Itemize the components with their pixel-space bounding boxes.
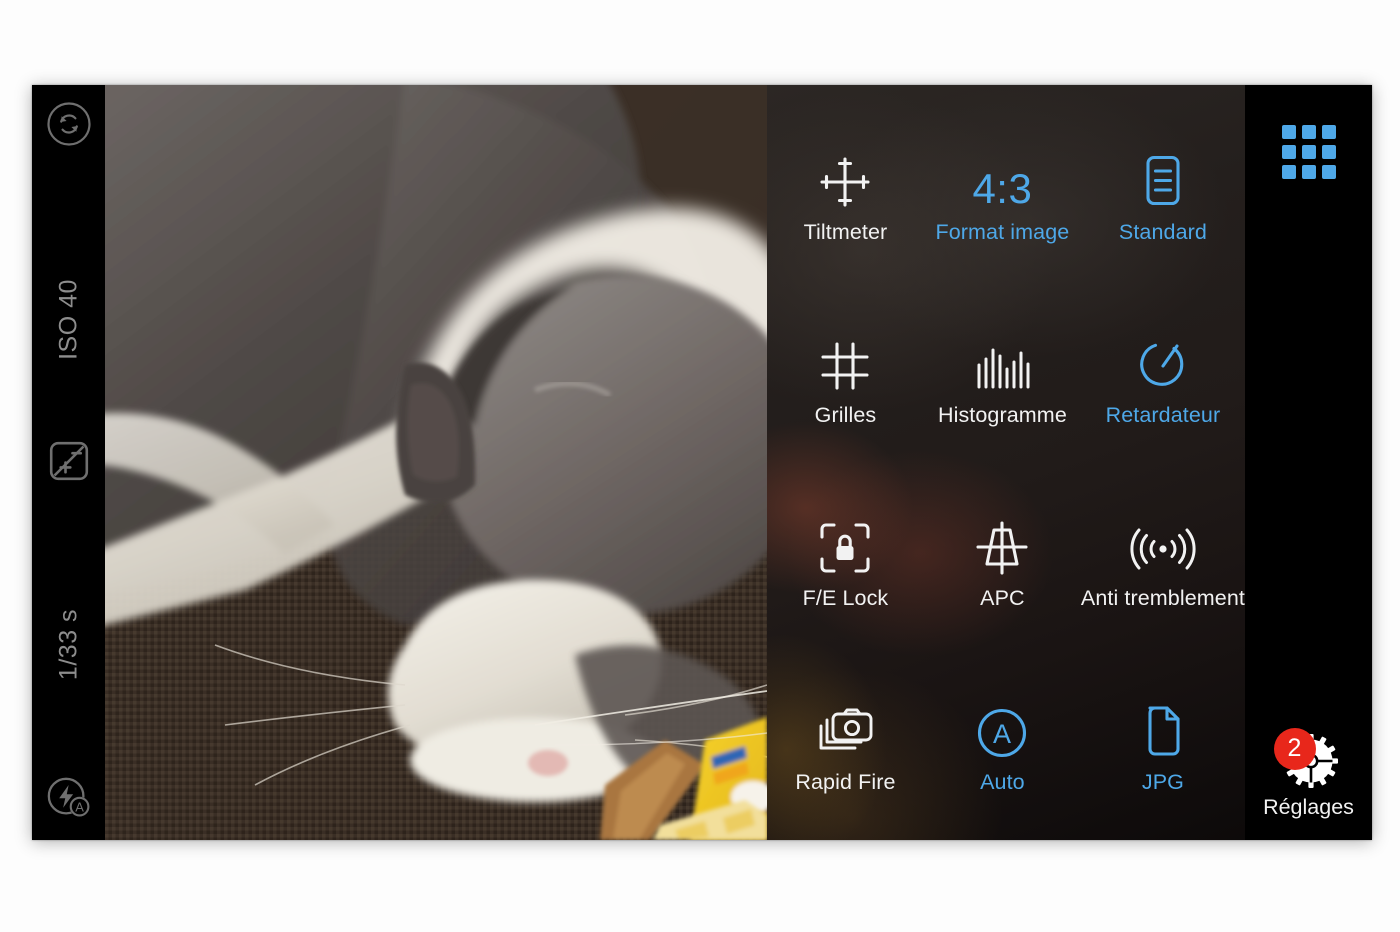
option-anti-tremblement[interactable]: Anti tremblement	[1081, 474, 1245, 657]
option-label: Grilles	[814, 403, 877, 428]
svg-text:A: A	[993, 719, 1011, 749]
tiltmeter-crosshair-icon	[816, 154, 874, 210]
option-standard[interactable]: Standard	[1081, 107, 1245, 290]
option-auto[interactable]: A Auto	[924, 657, 1081, 840]
option-label: F/E Lock	[802, 586, 889, 611]
grid-dot	[1281, 165, 1296, 179]
grid-dot	[1321, 125, 1336, 139]
option-histogramme[interactable]: Histogramme	[924, 290, 1081, 473]
option-label: Standard	[1118, 219, 1207, 244]
camera-app-window: ISO 40 1/33 s A Tiltmeter 4:3 Format ima…	[32, 85, 1372, 840]
option-label: Rapid Fire	[795, 769, 896, 794]
option-tiltmeter[interactable]: Tiltmeter	[767, 107, 924, 290]
option-format-image[interactable]: 4:3 Format image	[924, 107, 1081, 290]
iso-readout[interactable]: ISO 40	[54, 225, 83, 415]
stabilization-waves-icon	[1130, 520, 1196, 576]
settings-label: Réglages	[1263, 794, 1354, 819]
grid-dot	[1321, 145, 1336, 159]
option-fe-lock[interactable]: F/E Lock	[767, 474, 924, 657]
option-label: Retardateur	[1105, 403, 1221, 428]
svg-text:A: A	[75, 800, 84, 815]
option-rapid-fire[interactable]: Rapid Fire	[767, 657, 924, 840]
option-apc[interactable]: APC	[924, 474, 1081, 657]
viewfinder-preview[interactable]	[105, 85, 767, 840]
exposure-compensation-icon[interactable]	[45, 437, 93, 485]
flash-auto-icon[interactable]: A	[45, 774, 93, 822]
histogram-bars-icon	[972, 337, 1032, 393]
document-lines-icon	[1139, 154, 1187, 210]
option-retardateur[interactable]: Retardateur	[1081, 290, 1245, 473]
option-label: Format image	[935, 219, 1070, 244]
option-label: Auto	[980, 769, 1025, 794]
right-control-rail: 2 Réglages	[1245, 85, 1372, 840]
settings-badge: 2	[1273, 727, 1316, 770]
camera-flip-icon[interactable]	[45, 100, 93, 148]
option-label: Tiltmeter	[803, 219, 888, 244]
file-page-icon	[1139, 704, 1187, 760]
option-label: JPG	[1141, 769, 1184, 794]
settings-icon-wrap: 2	[1273, 727, 1341, 788]
option-jpg[interactable]: JPG	[1081, 657, 1245, 840]
grid-dot	[1301, 145, 1316, 159]
grid-dot	[1301, 165, 1316, 179]
grid-dot	[1281, 145, 1296, 159]
option-label: Anti tremblement	[1080, 586, 1245, 611]
option-label: Histogramme	[937, 403, 1067, 428]
aspect-ratio-text: 4:3	[972, 154, 1032, 210]
left-control-rail: ISO 40 1/33 s A	[32, 85, 105, 840]
grid-dot	[1321, 165, 1336, 179]
burst-camera-icon	[813, 704, 877, 760]
settings-button[interactable]: 2 Réglages	[1250, 727, 1368, 819]
screenshot-root: ISO 40 1/33 s A Tiltmeter 4:3 Format ima…	[0, 0, 1400, 932]
perspective-correct-icon	[972, 520, 1032, 576]
auto-circle-a-icon: A	[975, 704, 1029, 760]
grid-hash-icon	[817, 337, 873, 393]
cat-photo	[105, 85, 767, 840]
option-label: APC	[980, 586, 1025, 611]
timer-icon	[1135, 337, 1191, 393]
camera-options-panel: Tiltmeter 4:3 Format image Standard Gril…	[767, 85, 1245, 840]
aspect-ratio-value: 4:3	[972, 164, 1033, 212]
grid-dot	[1301, 125, 1316, 139]
shutter-speed-readout[interactable]: 1/33 s	[54, 550, 83, 740]
apps-grid-icon[interactable]	[1281, 125, 1336, 179]
grid-dot	[1281, 125, 1296, 139]
options-grid: Tiltmeter 4:3 Format image Standard Gril…	[767, 85, 1245, 840]
lock-focus-icon	[817, 520, 873, 576]
option-grilles[interactable]: Grilles	[767, 290, 924, 473]
